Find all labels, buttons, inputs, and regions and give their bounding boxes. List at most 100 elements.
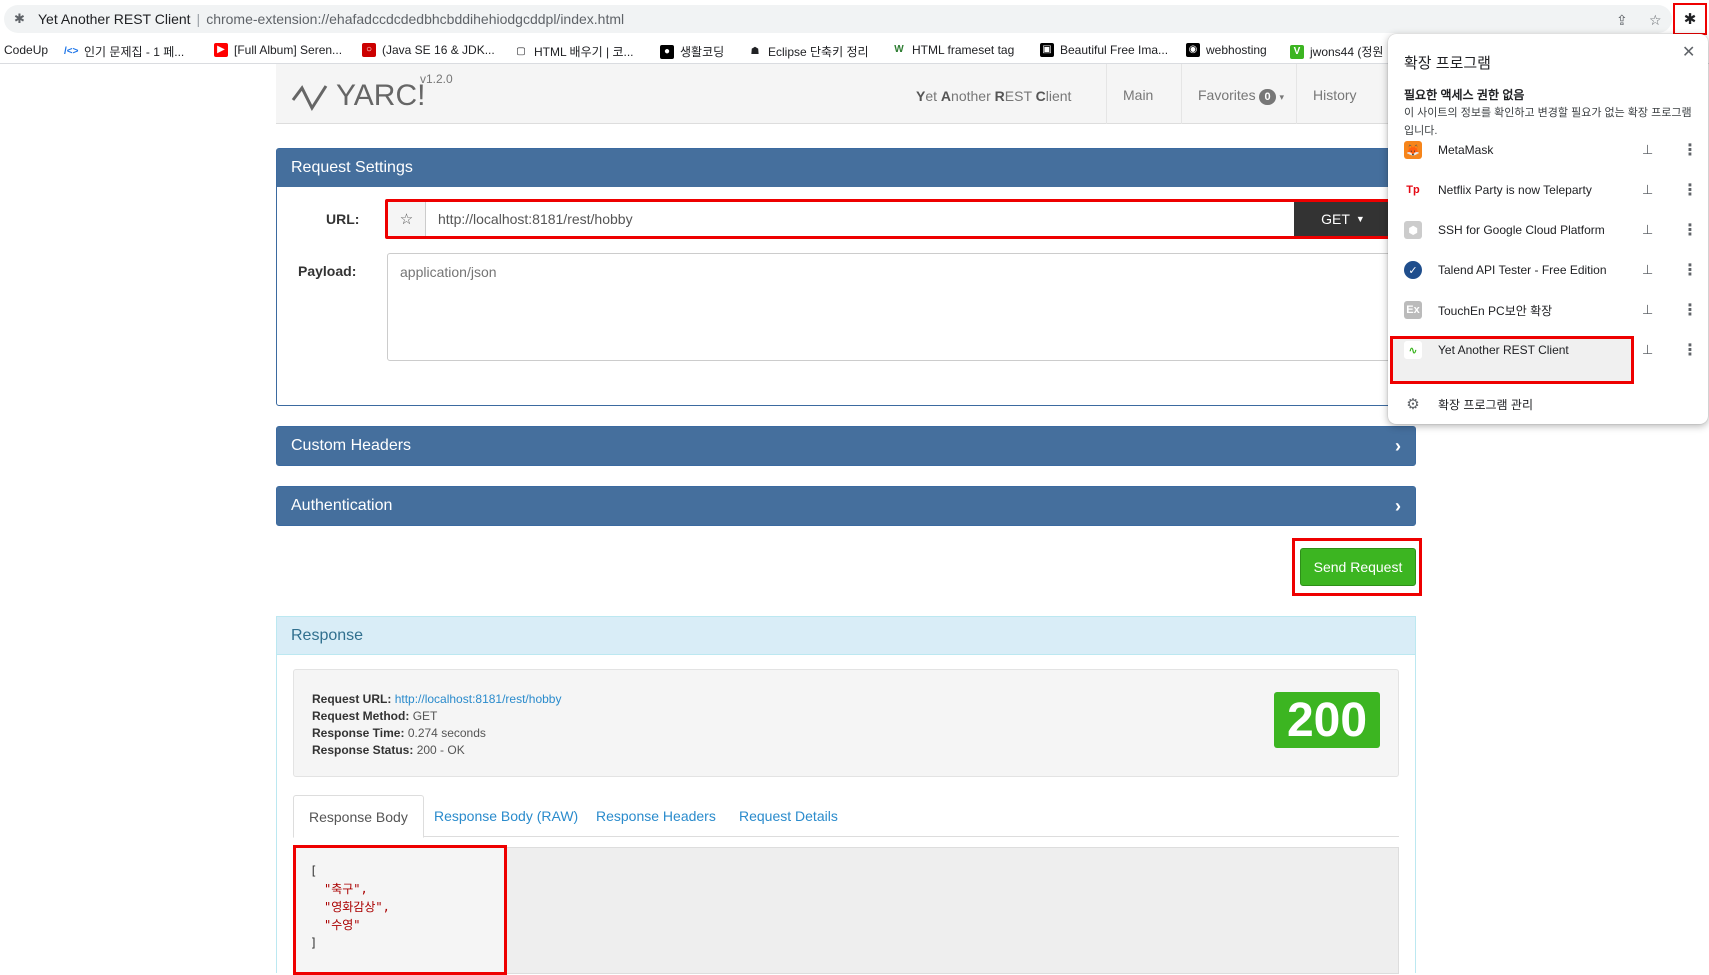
omnibox-text: Yet Another REST Client | chrome-extension… [38, 11, 625, 27]
request-settings-header[interactable]: Request Settings [277, 149, 1415, 187]
extensions-subtitle: 필요한 액세스 권한 없음 [1404, 88, 1525, 102]
extension-item[interactable]: Tp Netflix Party is now Teleparty ⊥ ⋮ [1388, 170, 1708, 210]
extension-item[interactable]: ✓ Talend API Tester - Free Edition ⊥ ⋮ [1388, 250, 1708, 290]
tab-response-body-raw[interactable]: Response Body (RAW) [419, 795, 593, 837]
logo-text: YARC! [336, 79, 426, 112]
response-time-line: Response Time: 0.274 seconds [312, 726, 486, 740]
extension-item[interactable]: 🦊 MetaMask ⊥ ⋮ [1388, 130, 1708, 170]
url-input-group: ☆ GET▼ [385, 199, 1395, 239]
method-dropdown[interactable]: GET ▼ [1294, 202, 1392, 236]
extension-item[interactable]: ⬢ SSH for Google Cloud Platform ⊥ ⋮ [1388, 210, 1708, 250]
share-icon[interactable]: ⇪ [1616, 12, 1628, 29]
custom-headers-panel[interactable]: Custom Headers › [276, 426, 1416, 466]
bookmark-item[interactable]: /<> 인기 문제집 - 1 페... [64, 43, 184, 60]
bookmark-favicon-icon: ● [660, 44, 674, 59]
url-input[interactable] [426, 202, 1294, 236]
pin-icon[interactable]: ⊥ [1642, 262, 1653, 278]
payload-label: Payload: [298, 263, 357, 279]
bookmark-item[interactable]: ▣ Beautiful Free Ima... [1040, 43, 1168, 57]
talend-icon: ✓ [1404, 261, 1422, 279]
bookmark-item[interactable]: CodeUp [4, 43, 48, 57]
bookmark-favicon-icon: ☗ [748, 44, 762, 59]
touchen-icon: Ex [1404, 301, 1422, 319]
bookmark-item[interactable]: ▶ [Full Album] Seren... [214, 43, 342, 57]
send-request-highlight: Send Request [1292, 538, 1422, 596]
bookmark-item[interactable]: ○ (Java SE 16 & JDK... [362, 43, 495, 57]
more-options-icon[interactable]: ⋮ [1682, 140, 1698, 160]
yarc-icon: ∿ [1404, 341, 1422, 359]
ssh-icon: ⬢ [1404, 221, 1422, 239]
more-options-icon[interactable]: ⋮ [1682, 220, 1698, 240]
extension-item[interactable]: ∿ Yet Another REST Client ⊥ ⋮ [1388, 330, 1708, 370]
more-options-icon[interactable]: ⋮ [1682, 180, 1698, 200]
bookmark-favicon-icon: ○ [362, 43, 376, 57]
manage-extensions[interactable]: ⚙ 확장 프로그램 관리 [1388, 384, 1708, 424]
custom-headers-header[interactable]: Custom Headers › [277, 427, 1415, 465]
bookmark-item[interactable]: ▢ HTML 배우기 | 코... [514, 43, 634, 60]
pin-icon[interactable]: ⊥ [1642, 302, 1653, 318]
json-string: "영화감상", [324, 900, 390, 914]
authentication-panel[interactable]: Authentication › [276, 486, 1416, 526]
pin-icon[interactable]: ⊥ [1642, 142, 1653, 158]
chevron-right-icon: › [1395, 496, 1401, 516]
json-string: "축구", [324, 882, 368, 896]
send-request-button[interactable]: Send Request [1300, 548, 1416, 586]
payload-textarea[interactable] [387, 253, 1407, 361]
extensions-popup: 확장 프로그램 ✕ 필요한 액세스 권한 없음 이 사이트의 정보를 확인하고 … [1388, 34, 1708, 424]
pin-icon[interactable]: ⊥ [1642, 182, 1653, 198]
tab-title: Yet Another REST Client [38, 11, 191, 27]
more-options-icon[interactable]: ⋮ [1682, 300, 1698, 320]
extension-item[interactable]: Ex TouchEn PC보안 확장 ⊥ ⋮ [1388, 290, 1708, 330]
nav-main[interactable]: Main [1106, 64, 1169, 124]
favorites-count-badge: 0 [1259, 89, 1276, 105]
browser-toolbar: ✱ Yet Another REST Client | chrome-extensi… [0, 0, 1709, 38]
request-url-line: Request URL: http://localhost:8181/rest/… [312, 692, 562, 706]
bookmark-favicon-icon: V [1290, 44, 1304, 59]
response-body-json: [ "축구", "영화감상", "수영" ] [293, 845, 507, 975]
bookmark-item[interactable]: ◉ webhosting [1186, 43, 1267, 57]
bookmark-star-icon[interactable]: ☆ [1649, 12, 1662, 29]
extensions-title: 확장 프로그램 [1404, 55, 1491, 72]
bookmark-item[interactable]: ☗ Eclipse 단축키 정리 [748, 43, 869, 60]
caret-down-icon: ▼ [1355, 214, 1365, 224]
bookmark-favicon-icon: W [892, 43, 906, 57]
tab-response-headers[interactable]: Response Headers [581, 795, 731, 837]
bookmark-item[interactable]: Vjwons44 (정원 [1290, 43, 1383, 60]
bookmark-item[interactable]: W HTML frameset tag [892, 43, 1014, 57]
request-url-link[interactable]: http://localhost:8181/rest/hobby [395, 692, 562, 706]
tab-response-body[interactable]: Response Body [293, 795, 424, 838]
favorite-star-icon[interactable]: ☆ [388, 202, 426, 236]
close-icon[interactable]: ✕ [1682, 42, 1695, 62]
request-method-line: Request Method: GET [312, 709, 438, 723]
response-panel: Response Request URL: http://localhost:8… [276, 616, 1416, 975]
pin-icon[interactable]: ⊥ [1642, 342, 1653, 358]
more-options-icon[interactable]: ⋮ [1682, 260, 1698, 280]
response-summary: Request URL: http://localhost:8181/rest/… [293, 669, 1399, 777]
response-tabs: Response Body Response Body (RAW) Respon… [293, 795, 1399, 838]
gear-icon: ⚙ [1406, 396, 1420, 413]
response-header: Response [277, 617, 1415, 655]
teleparty-icon: Tp [1404, 181, 1422, 199]
yarc-logo[interactable]: YARC! [290, 78, 425, 114]
app-full-name: Yet Another REST Client [916, 88, 1072, 104]
bookmark-favicon-icon: ▶ [214, 43, 228, 57]
tab-request-details[interactable]: Request Details [724, 795, 853, 837]
bookmark-item[interactable]: ● 생활코딩 [660, 43, 724, 60]
yarc-logo-icon [291, 85, 328, 112]
nav-history[interactable]: History [1296, 64, 1373, 124]
authentication-header[interactable]: Authentication › [277, 487, 1415, 525]
app-version: v1.2.0 [420, 72, 453, 86]
extensions-puzzle-icon[interactable]: ✱ [1673, 3, 1707, 35]
chevron-right-icon: › [1395, 436, 1401, 456]
omnibox[interactable]: ✱ Yet Another REST Client | chrome-extensi… [4, 5, 1672, 33]
more-options-icon[interactable]: ⋮ [1682, 340, 1698, 360]
address-url[interactable]: chrome-extension://ehafadccdcdedbhcbddih… [206, 11, 624, 27]
nav-favorites[interactable]: Favorites 0 ▾ [1181, 64, 1300, 124]
fox-icon: 🦊 [1404, 141, 1422, 159]
json-string: "수영" [324, 918, 361, 932]
bookmark-favicon-icon: /<> [64, 44, 79, 59]
pin-icon[interactable]: ⊥ [1642, 222, 1653, 238]
status-code-badge: 200 [1274, 692, 1380, 748]
extension-page-icon: ✱ [14, 11, 25, 26]
request-settings-panel: Request Settings URL: ☆ GET▼ Payload: [276, 148, 1416, 406]
